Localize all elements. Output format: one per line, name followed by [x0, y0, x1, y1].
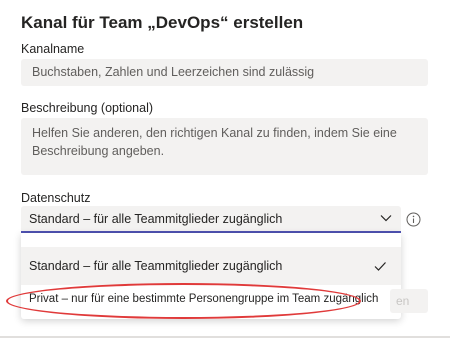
privacy-option-standard-label: Standard – für alle Teammitglieder zugän…: [29, 259, 283, 273]
info-icon[interactable]: [406, 212, 421, 227]
create-channel-dialog: Kanal für Team „DevOps“ erstellen Kanaln…: [0, 0, 450, 338]
privacy-option-private-label: Privat – nur für eine bestimmte Personen…: [29, 293, 379, 305]
privacy-option-private[interactable]: Privat – nur für eine bestimmte Personen…: [21, 289, 401, 313]
channel-name-label: Kanalname: [21, 42, 85, 56]
channel-name-input[interactable]: Buchstaben, Zahlen und Leerzeichen sind …: [21, 59, 428, 86]
chevron-down-icon[interactable]: [379, 211, 393, 225]
privacy-dropdown-menu: Standard – für alle Teammitglieder zugän…: [21, 233, 401, 319]
create-button[interactable]: en: [390, 289, 428, 313]
description-input[interactable]: Helfen Sie anderen, den richtigen Kanal …: [21, 118, 428, 175]
dialog-title: Kanal für Team „DevOps“ erstellen: [21, 13, 304, 32]
create-button-label: en: [396, 294, 410, 308]
privacy-selected-value: Standard – für alle Teammitglieder zugän…: [29, 212, 283, 226]
checkmark-icon: [374, 262, 386, 271]
description-label: Beschreibung (optional): [21, 101, 154, 115]
privacy-select[interactable]: Standard – für alle Teammitglieder zugän…: [21, 206, 401, 233]
privacy-label: Datenschutz: [21, 191, 91, 205]
privacy-option-standard[interactable]: Standard – für alle Teammitglieder zugän…: [21, 247, 401, 285]
